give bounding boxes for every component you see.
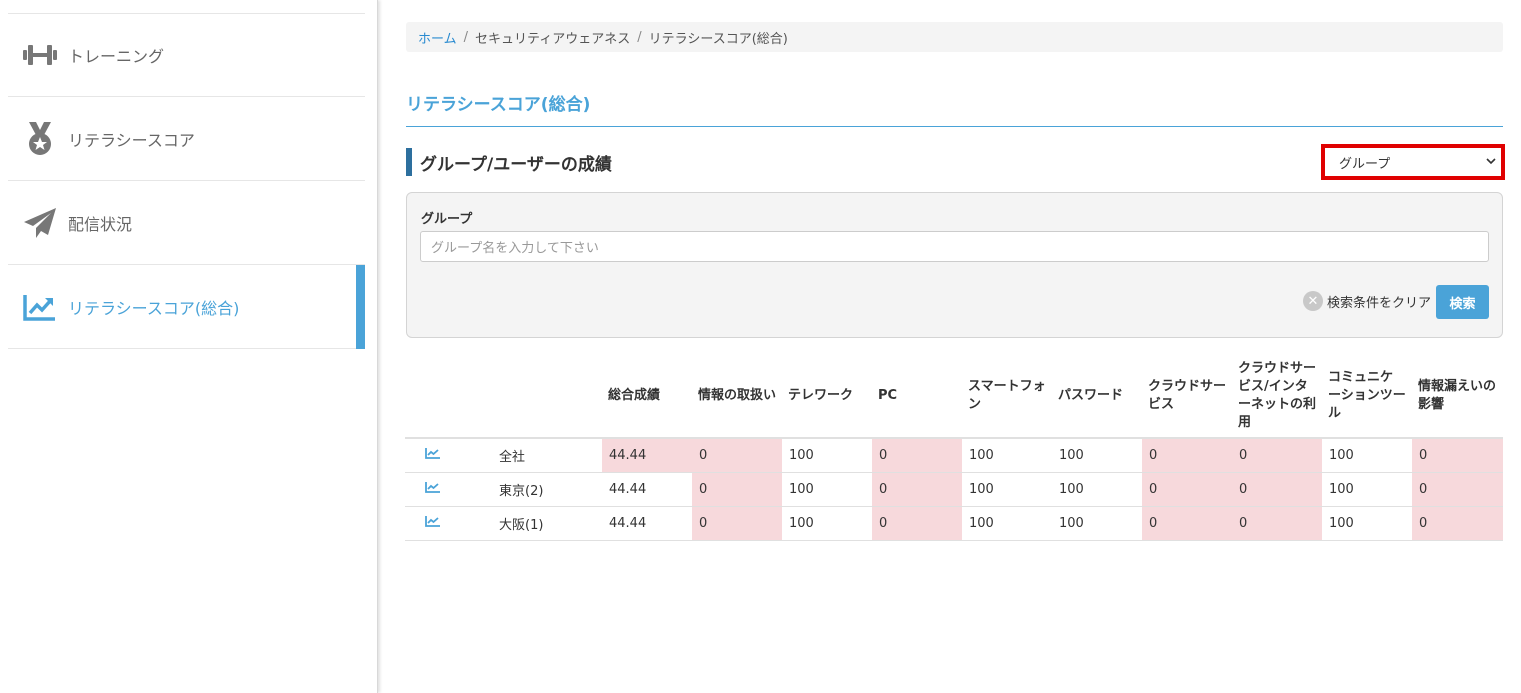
table-header: PC (872, 355, 962, 439)
score-cell: 100 (1322, 506, 1412, 541)
breadcrumb-separator: / (637, 29, 642, 45)
table-header-icon (405, 355, 492, 439)
view-select-value: グループ (1339, 156, 1391, 172)
chart-line-icon (22, 289, 58, 325)
chart-line-icon[interactable] (425, 515, 441, 527)
breadcrumb-security-awareness: セキュリティアウェアネス (475, 31, 631, 47)
score-cell: 0 (1412, 506, 1503, 541)
score-cell: 100 (782, 506, 872, 541)
group-search-input[interactable]: グループ名を入力して下さい (420, 231, 1489, 262)
row-chart-cell (405, 472, 492, 507)
dumbbell-icon (22, 37, 58, 73)
score-cell: 44.44 (602, 472, 692, 507)
table-header: クラウドサービス (1142, 355, 1232, 439)
view-select-highlight: グループ (1321, 144, 1505, 180)
group-field-label: グループ (421, 212, 473, 227)
breadcrumb: ホーム / セキュリティアウェアネス / リテラシースコア(総合) (406, 22, 1503, 52)
view-select[interactable]: グループ (1325, 148, 1501, 176)
chevron-down-icon (1486, 157, 1496, 168)
sidebar-item-literacy-score[interactable]: リテラシースコア (8, 97, 365, 181)
row-name: 大阪(1) (492, 506, 602, 541)
paper-plane-icon (22, 205, 58, 241)
table-row: 東京(2) 44.44 0 100 0 100 100 0 0 100 0 (405, 472, 1503, 507)
page-title: リテラシースコア(総合) (406, 95, 591, 115)
score-cell: 44.44 (602, 506, 692, 541)
section-title: グループ/ユーザーの成績 (406, 148, 612, 176)
sidebar: トレーニング リテラシースコア 配信状況 リテラシースコア(総合) (0, 0, 378, 693)
clear-icon: ✕ (1303, 291, 1323, 311)
sidebar-item-literacy-score-total[interactable]: リテラシースコア(総合) (8, 265, 365, 349)
score-cell: 100 (782, 438, 872, 473)
chart-line-icon[interactable] (425, 481, 441, 493)
breadcrumb-separator: / (463, 29, 469, 45)
score-cell: 0 (1412, 438, 1503, 473)
clear-conditions-label: 検索条件をクリア (1327, 295, 1432, 311)
row-name: 東京(2) (492, 472, 602, 507)
score-cell: 100 (1322, 472, 1412, 507)
title-divider (406, 126, 1503, 127)
score-cell: 100 (782, 472, 872, 507)
score-cell: 0 (872, 472, 962, 507)
row-chart-cell (405, 506, 492, 541)
table-row: 全社 44.44 0 100 0 100 100 0 0 100 0 (405, 438, 1503, 473)
medal-icon (22, 121, 58, 157)
score-cell: 100 (962, 472, 1052, 507)
score-cell: 0 (872, 506, 962, 541)
breadcrumb-home-link[interactable]: ホーム (418, 28, 457, 47)
score-cell: 100 (962, 506, 1052, 541)
score-cell: 0 (1412, 472, 1503, 507)
row-chart-cell (405, 438, 492, 473)
table-row: 大阪(1) 44.44 0 100 0 100 100 0 0 100 0 (405, 506, 1503, 541)
score-cell: 100 (1322, 438, 1412, 473)
table-header: 総合成績 (602, 355, 692, 439)
score-cell: 0 (1232, 438, 1322, 473)
row-name: 全社 (492, 438, 602, 473)
sidebar-item-label: トレーニング (68, 46, 165, 66)
score-cell: 100 (962, 438, 1052, 473)
table-header-row: 総合成績 情報の取扱い テレワーク PC スマートフォン パスワード クラウドサ… (405, 355, 1503, 439)
score-cell: 0 (1232, 506, 1322, 541)
breadcrumb-current: リテラシースコア(総合) (648, 31, 788, 47)
score-cell: 100 (1052, 506, 1142, 541)
table-header: テレワーク (782, 355, 872, 439)
score-cell: 0 (1142, 472, 1232, 507)
score-cell: 0 (692, 438, 782, 473)
sidebar-item-label: リテラシースコア (68, 130, 195, 150)
score-cell: 0 (1142, 438, 1232, 473)
table-header: スマートフォン (962, 355, 1052, 439)
sidebar-item-training[interactable]: トレーニング (8, 13, 365, 97)
search-button[interactable]: 検索 (1436, 285, 1489, 319)
sidebar-item-delivery-status[interactable]: 配信状況 (8, 181, 365, 265)
table-header: コミュニケーションツール (1322, 355, 1412, 439)
score-cell: 44.44 (602, 438, 692, 473)
chart-line-icon[interactable] (425, 447, 441, 460)
results-table: 総合成績 情報の取扱い テレワーク PC スマートフォン パスワード クラウドサ… (405, 355, 1503, 541)
score-cell: 0 (692, 506, 782, 541)
score-cell: 0 (692, 472, 782, 507)
table-header: 情報の取扱い (692, 355, 782, 439)
score-cell: 100 (1052, 438, 1142, 473)
sidebar-item-label: 配信状況 (68, 214, 133, 234)
table-header: 情報漏えいの影響 (1412, 355, 1503, 439)
search-panel: グループ グループ名を入力して下さい ✕ 検索条件をクリア 検索 (406, 192, 1503, 338)
sidebar-item-label: リテラシースコア(総合) (68, 298, 240, 318)
score-cell: 0 (1232, 472, 1322, 507)
table-header: クラウドサービス/インターネットの利用 (1232, 355, 1322, 439)
score-cell: 0 (1142, 506, 1232, 541)
table-header: パスワード (1052, 355, 1142, 439)
score-cell: 100 (1052, 472, 1142, 507)
score-cell: 0 (872, 438, 962, 473)
clear-conditions-button[interactable]: ✕ 検索条件をクリア (1303, 291, 1431, 311)
table-header-name (492, 355, 602, 439)
